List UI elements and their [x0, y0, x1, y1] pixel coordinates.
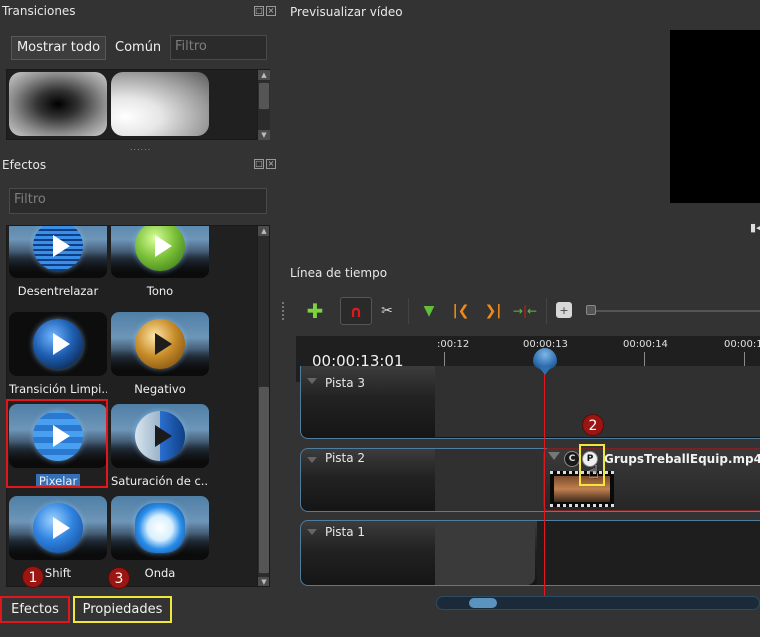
effect-item[interactable]: Transición Limpi...: [9, 312, 107, 396]
transitions-scrollbar[interactable]: ▲ ▼: [257, 70, 270, 140]
track-1-clip-area[interactable]: [435, 521, 535, 585]
timeline-scroll-thumb[interactable]: [469, 598, 497, 608]
toolbar-separator: [408, 298, 409, 324]
annotation-highlight-pixelate: [6, 399, 108, 488]
effect-item[interactable]: Onda: [111, 496, 209, 580]
timeline-panel-title: Línea de tiempo: [290, 266, 388, 280]
annotation-badge-2: 2: [582, 414, 604, 436]
ruler-tick-label: 00:00:14: [623, 339, 668, 350]
track-collapse-icon[interactable]: [307, 457, 317, 463]
effect-thumbnail: [111, 496, 209, 560]
effect-thumbnail: [111, 226, 209, 278]
transition-thumb-radial-light[interactable]: [111, 72, 209, 136]
transitions-list: ▲ ▼: [6, 69, 270, 140]
toolbar-grip: [282, 302, 286, 320]
center-playhead-icon[interactable]: → | ←: [513, 299, 537, 323]
effects-scroll-thumb[interactable]: [258, 386, 269, 574]
close-panel-icon[interactable]: ×: [266, 6, 276, 16]
panel-splitter-grip[interactable]: ......: [130, 143, 151, 152]
video-clip[interactable]: C P GrupsTreballEquip.mp4: [543, 448, 760, 511]
effect-label: Transición Limpi...: [9, 382, 107, 396]
scroll-up-icon[interactable]: ▲: [258, 226, 269, 236]
skip-start-icon[interactable]: ▮◀: [750, 221, 760, 234]
effect-label: Negativo: [134, 382, 186, 396]
playhead-line: [544, 370, 545, 596]
transition-thumb-radial-dark[interactable]: [9, 72, 107, 136]
add-track-icon[interactable]: ✚: [303, 299, 327, 323]
effects-dock-buttons: □ ×: [254, 159, 276, 169]
snap-magnet-icon[interactable]: ∩: [340, 297, 372, 325]
ruler-tick-label: :00:12: [437, 339, 470, 350]
scroll-down-icon[interactable]: ▼: [258, 577, 269, 586]
zoom-icon[interactable]: +: [556, 302, 572, 318]
scroll-down-icon[interactable]: ▼: [258, 130, 270, 140]
effect-label: Saturación de c...: [111, 474, 209, 488]
timeline-toolbar: ✚ ∩ ✂ ▼ |❮ ❯| → | ← +: [276, 292, 760, 330]
effects-filter-input[interactable]: Filtro: [9, 188, 267, 214]
effect-item[interactable]: Negativo: [111, 312, 209, 396]
ruler-tick-label: 00:00:1: [724, 339, 760, 350]
clip-menu-icon[interactable]: [548, 452, 560, 460]
effect-item[interactable]: Desentrelazar: [9, 226, 107, 298]
track-label: Pista 1: [325, 525, 366, 539]
track-1[interactable]: Pista 1: [300, 520, 760, 586]
toolbar-separator: [546, 298, 547, 324]
hand-cursor-icon: ☝: [588, 462, 599, 483]
effect-item[interactable]: Tono: [111, 226, 209, 298]
effect-thumbnail: [111, 404, 209, 468]
effect-item[interactable]: Shift: [9, 496, 107, 580]
tab-effects[interactable]: Efectos: [0, 596, 70, 623]
clip-name: GrupsTreballEquip.mp4: [604, 452, 760, 466]
close-panel-icon[interactable]: ×: [266, 159, 276, 169]
timeline-horizontal-scrollbar[interactable]: [436, 596, 760, 610]
effect-thumbnail: [111, 312, 209, 376]
scroll-up-icon[interactable]: ▲: [258, 70, 270, 80]
effects-panel-title: Efectos: [2, 158, 47, 172]
effect-thumbnail: [9, 312, 107, 376]
effect-thumbnail: [9, 496, 107, 560]
transitions-filter-input[interactable]: Filtro: [170, 35, 267, 60]
tab-properties[interactable]: Propiedades: [73, 596, 172, 623]
track-collapse-icon[interactable]: [307, 529, 317, 535]
float-panel-icon[interactable]: □: [254, 159, 264, 169]
effects-scrollbar[interactable]: ▲ ▼: [257, 226, 269, 586]
wipe-orb-icon: [33, 319, 83, 369]
effect-label: Desentrelazar: [17, 284, 99, 298]
playhead-pointer: [539, 367, 551, 375]
track-label: Pista 3: [325, 376, 366, 390]
negative-orb-icon: [135, 319, 185, 369]
transitions-dock-buttons: □ ×: [254, 6, 276, 16]
track-collapse-icon[interactable]: [307, 378, 317, 384]
previous-marker-icon[interactable]: |❮: [449, 299, 473, 323]
annotation-badge-1: 1: [22, 566, 44, 588]
wave-orb-icon: [135, 503, 185, 553]
zoom-slider-handle[interactable]: [586, 305, 596, 315]
saturation-orb-icon: [135, 411, 185, 461]
annotation-badge-3: 3: [108, 567, 130, 589]
track-1-body[interactable]: [537, 521, 760, 585]
zoom-slider[interactable]: [586, 310, 760, 312]
transitions-scroll-thumb[interactable]: [258, 82, 270, 110]
effect-label: Tono: [146, 284, 174, 298]
video-preview: [670, 30, 760, 203]
next-marker-icon[interactable]: ❯|: [481, 299, 505, 323]
transitions-panel-title: Transiciones: [2, 4, 76, 18]
show-all-button[interactable]: Mostrar todo: [11, 36, 106, 60]
effect-item[interactable]: Saturación de c...: [111, 404, 209, 488]
add-marker-icon[interactable]: ▼: [417, 299, 441, 323]
effect-thumbnail: [9, 226, 107, 278]
clip-c-icon[interactable]: C: [564, 451, 580, 467]
track-label: Pista 2: [325, 451, 366, 465]
preview-panel-title: Previsualizar vídeo: [290, 5, 403, 19]
float-panel-icon[interactable]: □: [254, 6, 264, 16]
track-3[interactable]: Pista 3: [300, 366, 760, 439]
common-filter-button[interactable]: Común: [115, 40, 161, 55]
razor-icon[interactable]: ✂: [375, 299, 399, 323]
shift-orb-icon: [33, 503, 83, 553]
